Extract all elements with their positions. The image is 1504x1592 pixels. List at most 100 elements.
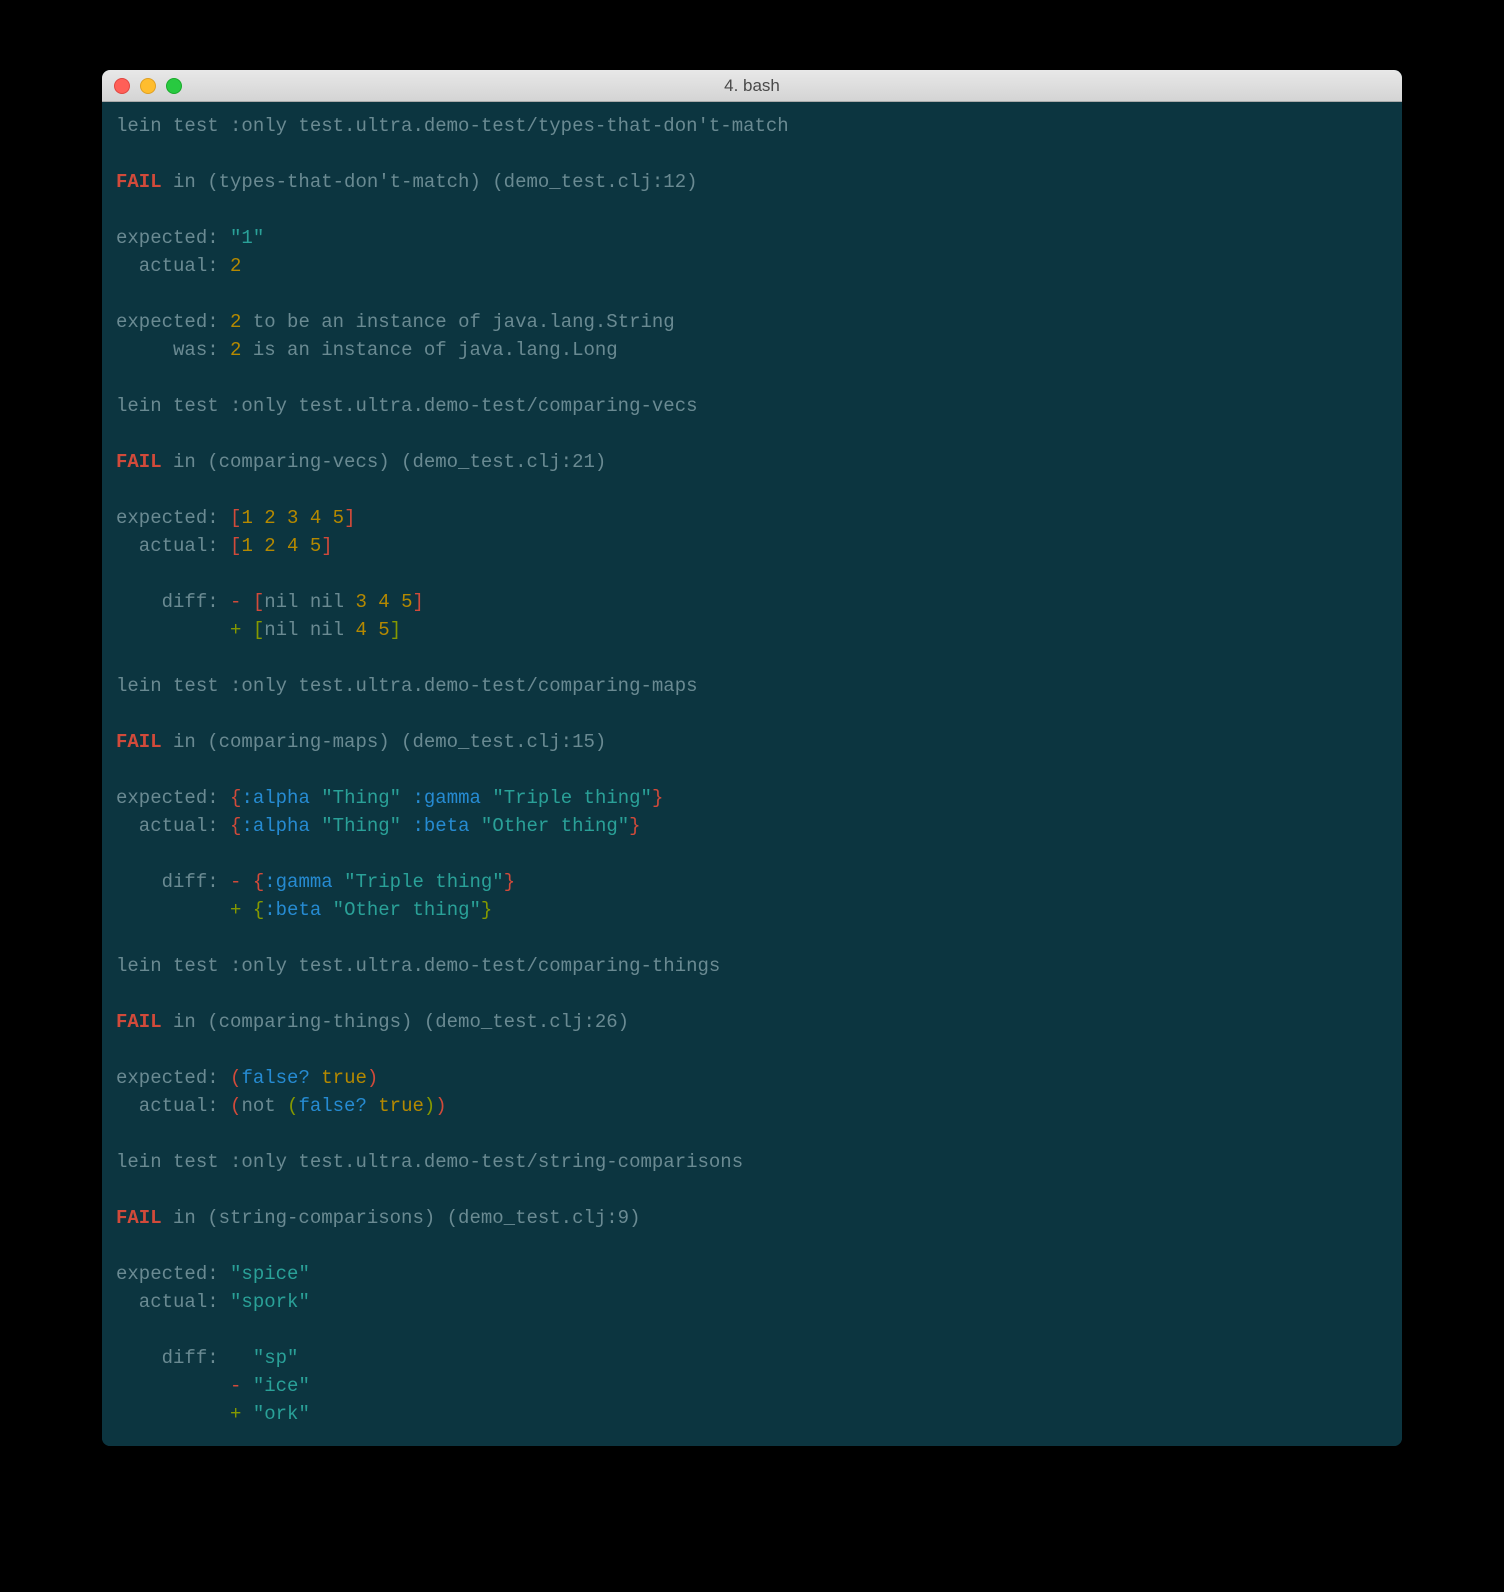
term-value: true <box>321 1067 367 1089</box>
brace: { <box>230 815 241 837</box>
term-text <box>481 787 492 809</box>
term-text: to be an instance of java.lang.String <box>241 311 674 333</box>
paren: ) <box>435 1095 446 1117</box>
titlebar[interactable]: 4. bash <box>102 70 1402 102</box>
brace: } <box>652 787 663 809</box>
term-string: "spice" <box>230 1263 310 1285</box>
term-text <box>241 591 252 613</box>
term-text <box>241 899 252 921</box>
term-string: "sp" <box>253 1347 299 1369</box>
brace: } <box>504 871 515 893</box>
term-text <box>310 1067 321 1089</box>
term-text: actual: <box>116 535 230 557</box>
bracket: ] <box>321 535 332 557</box>
term-text: in (comparing-vecs) (demo_test.clj:21) <box>162 451 607 473</box>
term-text: diff: <box>116 1347 253 1369</box>
term-text <box>367 1095 378 1117</box>
bracket: ] <box>412 591 423 613</box>
term-text: expected: <box>116 227 230 249</box>
paren: ) <box>367 1067 378 1089</box>
bracket: [ <box>253 619 264 641</box>
term-text <box>241 1375 252 1397</box>
window-title: 4. bash <box>102 76 1402 96</box>
term-text <box>241 871 252 893</box>
term-line: lein test :only test.ultra.demo-test/com… <box>116 675 698 697</box>
fail-label: FAIL <box>116 171 162 193</box>
term-text <box>116 619 230 641</box>
term-text: expected: <box>116 311 230 333</box>
term-line: lein test :only test.ultra.demo-test/str… <box>116 1151 743 1173</box>
term-string: "Other thing" <box>481 815 629 837</box>
term-value: true <box>378 1095 424 1117</box>
term-text <box>241 619 252 641</box>
term-number: 2 <box>230 311 241 333</box>
term-text: expected: <box>116 787 230 809</box>
term-text: expected: <box>116 507 230 529</box>
term-text: in (comparing-maps) (demo_test.clj:15) <box>162 731 607 753</box>
term-text: actual: <box>116 255 230 277</box>
term-string: "Other thing" <box>333 899 481 921</box>
term-number: 2 <box>230 339 241 361</box>
diff-minus: - <box>230 591 241 613</box>
term-text: actual: <box>116 1291 230 1313</box>
term-string: "Thing" <box>321 815 401 837</box>
minimize-button[interactable] <box>140 78 156 94</box>
brace: { <box>253 899 264 921</box>
term-text <box>401 787 412 809</box>
term-text <box>401 815 412 837</box>
brace: { <box>253 871 264 893</box>
paren: ( <box>287 1095 298 1117</box>
term-text: actual: <box>116 1095 230 1117</box>
keyword: :alpha <box>241 815 309 837</box>
maximize-button[interactable] <box>166 78 182 94</box>
brace: } <box>481 899 492 921</box>
diff-minus: - <box>230 1375 241 1397</box>
keyword: :beta <box>413 815 470 837</box>
term-text: nil nil <box>264 619 355 641</box>
terminal-window: 4. bash lein test :only test.ultra.demo-… <box>102 70 1402 1446</box>
term-text: expected: <box>116 1067 230 1089</box>
term-number: 1 2 4 5 <box>241 535 321 557</box>
keyword: :beta <box>264 899 321 921</box>
term-number: 1 2 3 4 5 <box>241 507 344 529</box>
term-text <box>310 787 321 809</box>
term-string: "spork" <box>230 1291 310 1313</box>
bracket: [ <box>230 507 241 529</box>
bracket: [ <box>253 591 264 613</box>
term-text <box>116 899 230 921</box>
term-text: actual: <box>116 815 230 837</box>
diff-plus: + <box>230 1403 241 1425</box>
bracket: ] <box>344 507 355 529</box>
term-string: "Triple thing" <box>344 871 504 893</box>
fail-label: FAIL <box>116 731 162 753</box>
term-text: diff: <box>116 871 230 893</box>
term-number: 2 <box>230 255 241 277</box>
term-string: "1" <box>230 227 264 249</box>
traffic-lights <box>114 78 182 94</box>
term-text: expected: <box>116 1263 230 1285</box>
term-text: in (types-that-don't-match) (demo_test.c… <box>162 171 698 193</box>
paren: ) <box>424 1095 435 1117</box>
bracket: [ <box>230 535 241 557</box>
term-text <box>310 815 321 837</box>
term-text: in (string-comparisons) (demo_test.clj:9… <box>162 1207 641 1229</box>
term-line: lein test :only test.ultra.demo-test/com… <box>116 395 698 417</box>
term-text <box>116 1403 230 1425</box>
fail-label: FAIL <box>116 451 162 473</box>
terminal-body[interactable]: lein test :only test.ultra.demo-test/typ… <box>102 102 1402 1446</box>
term-string: "ice" <box>253 1375 310 1397</box>
close-button[interactable] <box>114 78 130 94</box>
term-string: "Thing" <box>321 787 401 809</box>
paren: ( <box>230 1067 241 1089</box>
keyword: :gamma <box>264 871 332 893</box>
symbol: false? <box>241 1067 309 1089</box>
term-text <box>321 899 332 921</box>
term-text <box>333 871 344 893</box>
keyword: :gamma <box>413 787 481 809</box>
term-number: 3 4 5 <box>355 591 412 613</box>
fail-label: FAIL <box>116 1207 162 1229</box>
paren: ( <box>230 1095 241 1117</box>
term-text: diff: <box>116 591 230 613</box>
term-number: 4 5 <box>355 619 389 641</box>
term-text <box>116 1375 230 1397</box>
